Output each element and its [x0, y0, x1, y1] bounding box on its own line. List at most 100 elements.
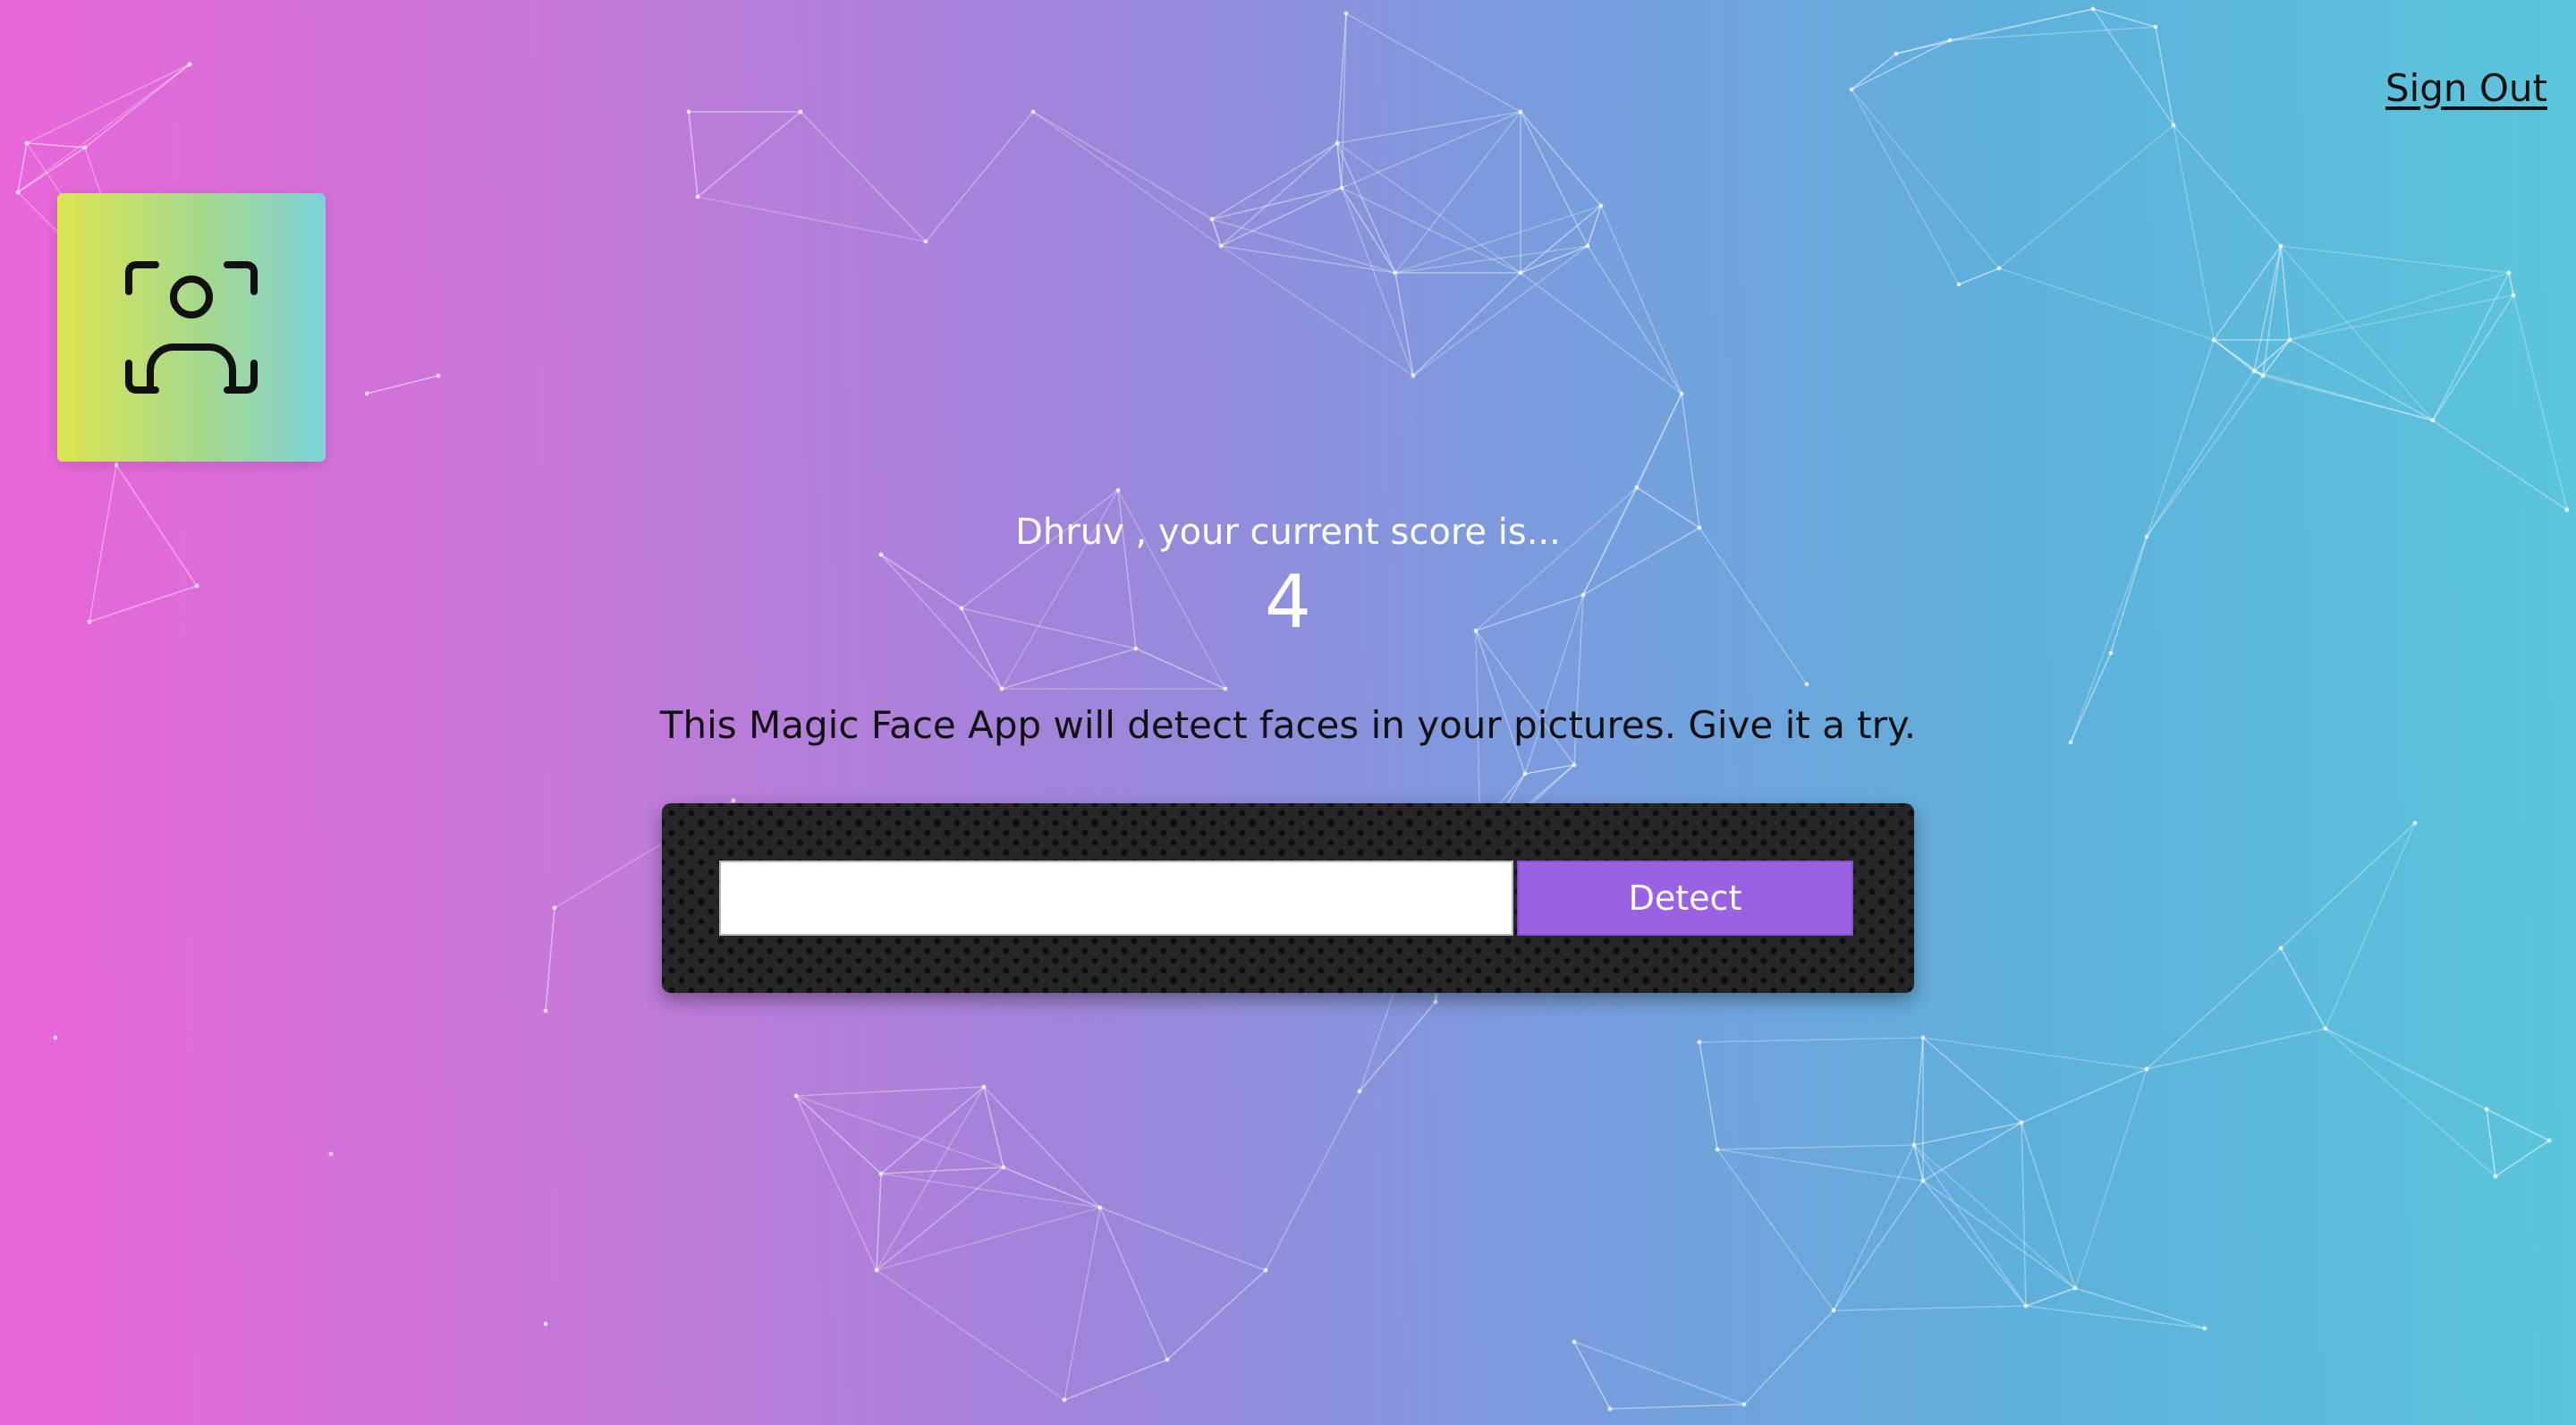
network-line	[366, 375, 439, 394]
network-line	[1998, 124, 2174, 269]
network-node	[1263, 1268, 1268, 1273]
network-node	[878, 1171, 884, 1176]
network-node	[686, 109, 691, 115]
network-node	[2278, 243, 2284, 249]
network-line	[983, 1086, 1004, 1168]
network-line	[2280, 947, 2326, 1030]
network-line	[1336, 142, 1521, 274]
network-node	[2153, 24, 2158, 30]
network-line	[876, 1269, 1065, 1401]
network-line	[1958, 267, 2000, 285]
network-line	[1524, 764, 1575, 775]
network-line	[2280, 245, 2434, 421]
network-line	[2289, 339, 2434, 421]
image-url-input[interactable]	[719, 861, 1513, 936]
network-line	[1573, 1341, 1611, 1410]
network-node	[1697, 1039, 1702, 1045]
network-line	[876, 1086, 985, 1271]
network-node	[436, 373, 441, 378]
network-node	[2211, 337, 2216, 343]
network-node	[53, 1035, 58, 1040]
network-node	[1607, 1406, 1613, 1412]
network-line	[2262, 245, 2282, 377]
network-node	[1947, 38, 1953, 43]
network-line	[1359, 1001, 1436, 1092]
network-node	[731, 798, 736, 803]
network-line	[1211, 218, 1396, 274]
network-node	[2023, 1303, 2029, 1309]
network-line	[1336, 111, 1521, 144]
network-line	[2486, 1108, 2550, 1141]
network-node	[1741, 1402, 1747, 1407]
network-line	[2025, 1305, 2206, 1329]
network-line	[1743, 1310, 1835, 1405]
network-line	[1573, 1341, 1745, 1405]
network-line	[795, 1095, 882, 1175]
network-line	[1166, 1269, 1267, 1361]
detect-button[interactable]: Detect	[1517, 861, 1853, 936]
network-node	[2251, 369, 2257, 374]
network-node	[1572, 762, 1577, 768]
network-line	[17, 64, 191, 193]
network-node	[2287, 337, 2292, 343]
network-node	[923, 239, 928, 244]
network-line	[1922, 1180, 2076, 1289]
network-line	[880, 1173, 1101, 1209]
network-line	[1032, 111, 1222, 247]
network-line	[1716, 1149, 1924, 1182]
network-line	[17, 147, 86, 193]
network-line	[2213, 245, 2282, 341]
network-node	[543, 1321, 548, 1327]
face-scan-icon	[125, 261, 258, 394]
network-node	[1339, 185, 1344, 191]
network-node	[798, 109, 803, 115]
network-line	[1341, 13, 1347, 189]
network-node	[1393, 270, 1398, 276]
network-line	[2280, 245, 2510, 274]
network-node	[695, 194, 700, 199]
network-line	[1587, 245, 1682, 394]
network-line	[1520, 245, 1589, 274]
network-node	[1062, 1397, 1067, 1403]
network-node	[878, 552, 884, 557]
network-node	[1209, 216, 1215, 222]
network-line	[1922, 1037, 2022, 1124]
network-line	[2021, 1068, 2148, 1124]
app-description: This Magic Face App will detect faces in…	[659, 703, 1917, 747]
network-node	[1522, 771, 1528, 776]
network-line	[1587, 205, 1602, 247]
network-node	[2090, 6, 2096, 12]
network-line	[876, 1166, 1004, 1271]
network-line	[880, 1166, 1004, 1175]
network-line	[2495, 1140, 2550, 1177]
network-node	[793, 1093, 799, 1098]
network-line	[925, 111, 1034, 242]
network-node	[1133, 646, 1139, 651]
network-line	[876, 1173, 882, 1271]
network-node	[2323, 1026, 2328, 1031]
network-line	[1913, 1144, 2027, 1307]
network-node	[2260, 373, 2266, 378]
network-node	[82, 145, 88, 150]
network-line	[1394, 272, 1414, 377]
network-node	[543, 1008, 548, 1014]
network-line	[1609, 1404, 1745, 1410]
network-node	[1572, 1339, 1577, 1344]
sign-out-link[interactable]: Sign Out	[2385, 66, 2547, 110]
network-node	[1097, 1205, 1103, 1210]
network-line	[1520, 111, 1589, 247]
network-line	[2155, 26, 2174, 126]
network-line	[800, 111, 927, 242]
network-line	[2280, 822, 2416, 949]
network-node	[2108, 650, 2114, 656]
network-line	[26, 64, 191, 144]
network-line	[697, 111, 801, 198]
network-line	[84, 64, 191, 148]
network-node	[1996, 266, 2002, 271]
network-line	[2512, 294, 2568, 511]
network-line	[1699, 1041, 1718, 1150]
network-line	[17, 142, 28, 193]
network-node	[2202, 1326, 2207, 1331]
score-message: Dhruv , your current score is...	[1015, 512, 1561, 553]
network-line	[1600, 205, 1682, 394]
